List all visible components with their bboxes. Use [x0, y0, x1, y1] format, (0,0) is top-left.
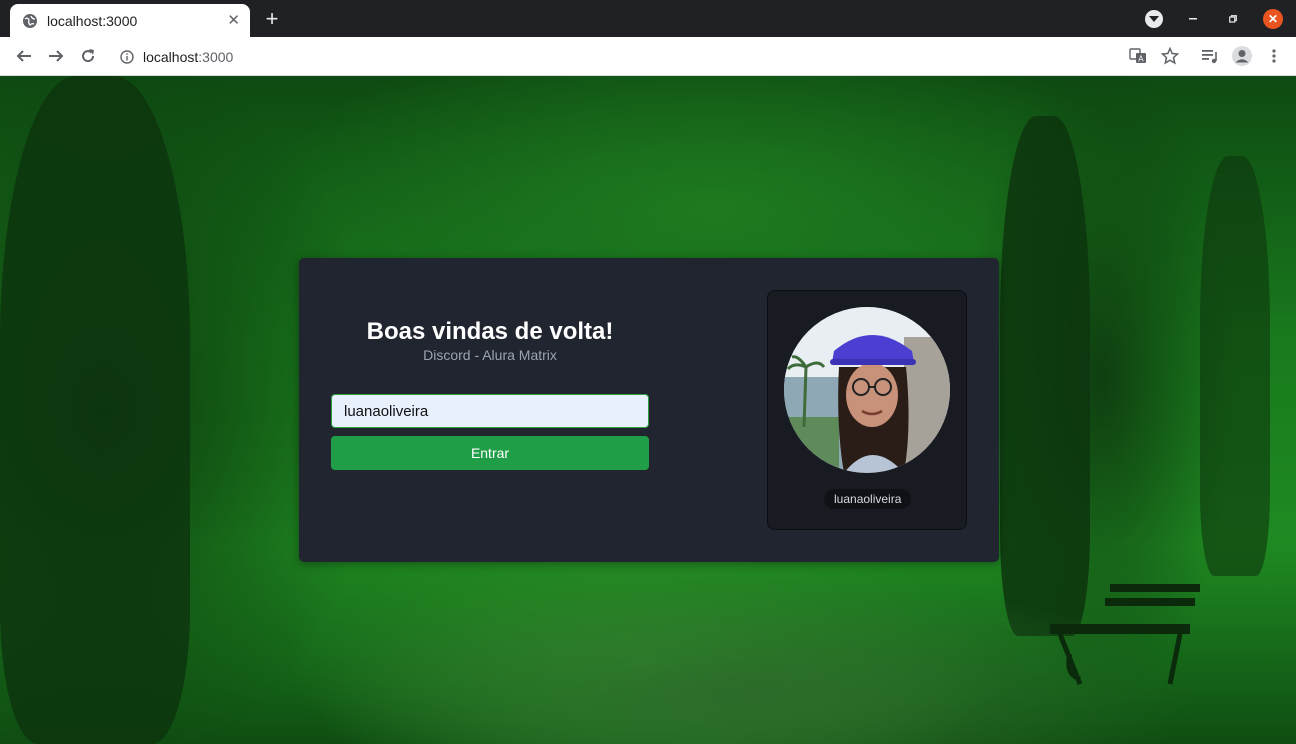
close-window-icon[interactable]: ✕: [1263, 9, 1283, 29]
avatar-photo: [784, 307, 950, 473]
enter-button[interactable]: Entrar: [331, 436, 649, 470]
profile-preview: luanaoliveira: [767, 290, 967, 530]
tab-search-icon[interactable]: [1145, 10, 1163, 28]
back-icon[interactable]: [13, 45, 35, 67]
svg-text:A: A: [1138, 55, 1144, 64]
avatar: [784, 307, 950, 473]
reload-icon[interactable]: [77, 45, 99, 67]
kebab-menu-icon[interactable]: [1263, 45, 1285, 67]
close-tab-icon[interactable]: ✕: [227, 13, 240, 28]
url-host: localhost: [143, 48, 199, 65]
browser-tab-strip: localhost:3000 ✕ + ✕: [0, 0, 1296, 37]
profile-avatar-icon[interactable]: [1231, 45, 1253, 67]
page-subtitle: Discord - Alura Matrix: [423, 347, 557, 363]
bookmark-star-icon[interactable]: [1159, 45, 1181, 67]
forward-icon[interactable]: [45, 45, 67, 67]
new-tab-icon[interactable]: +: [262, 8, 282, 30]
tree-trunk: [0, 76, 190, 744]
translate-icon[interactable]: A: [1127, 45, 1149, 67]
address-bar[interactable]: localhost:3000: [110, 41, 1190, 72]
media-control-icon[interactable]: [1199, 45, 1221, 67]
tree-trunk: [1000, 116, 1090, 636]
globe-icon: [23, 13, 37, 28]
info-icon[interactable]: [120, 49, 134, 64]
login-card: Boas vindas de volta! Discord - Alura Ma…: [299, 258, 999, 562]
page-background: Boas vindas de volta! Discord - Alura Ma…: [0, 76, 1296, 744]
tab-title: localhost:3000: [47, 12, 138, 29]
profile-username: luanaoliveira: [824, 489, 912, 509]
tree-trunk: [1200, 156, 1270, 576]
browser-tab[interactable]: localhost:3000 ✕: [10, 4, 250, 37]
browser-toolbar: localhost:3000 A: [0, 37, 1296, 76]
restore-icon[interactable]: [1224, 10, 1242, 28]
url-port: :3000: [198, 48, 234, 65]
page-title: Boas vindas de volta!: [366, 318, 614, 345]
minimize-icon[interactable]: [1184, 10, 1202, 28]
username-input[interactable]: [331, 394, 649, 428]
park-bench: [1050, 584, 1200, 685]
